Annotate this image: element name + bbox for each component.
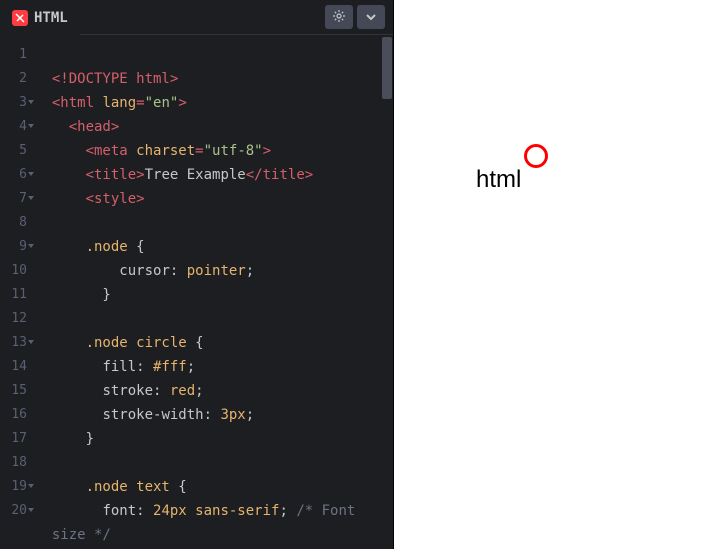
code-line[interactable]: fill: #fff; (35, 355, 393, 379)
code-line[interactable]: .node text { (35, 475, 393, 499)
code-line[interactable] (35, 211, 393, 235)
code-line[interactable]: <meta charset="utf-8"> (35, 139, 393, 163)
line-number: 11 (0, 283, 35, 307)
line-number: 14 (0, 355, 35, 379)
line-number: 13 (0, 331, 35, 355)
tree-node-circle[interactable] (524, 144, 548, 168)
code-line[interactable] (35, 43, 393, 67)
tab-html[interactable]: HTML (0, 0, 80, 35)
code-line[interactable]: stroke-width: 3px; (35, 403, 393, 427)
collapse-button[interactable] (357, 5, 385, 29)
line-number: 8 (0, 211, 35, 235)
line-number: 7 (0, 187, 35, 211)
line-number: 3 (0, 91, 35, 115)
code-line[interactable]: cursor: pointer; (35, 259, 393, 283)
code-content[interactable]: <!DOCTYPE html> <html lang="en"> <head> … (35, 35, 393, 549)
line-number: 19 (0, 475, 35, 499)
code-line[interactable]: .node { (35, 235, 393, 259)
code-line[interactable]: <!DOCTYPE html> (35, 67, 393, 91)
line-number: 17 (0, 427, 35, 451)
line-number: 1 (0, 43, 35, 67)
code-line[interactable]: size */ (35, 523, 393, 547)
gear-icon (332, 8, 346, 27)
scroll-thumb[interactable] (382, 37, 392, 99)
code-line[interactable]: .node circle { (35, 331, 393, 355)
code-area[interactable]: 123456789101112131415161718192021 <!DOCT… (0, 35, 393, 549)
settings-button[interactable] (325, 5, 353, 29)
line-number (0, 523, 35, 547)
tree-node-label: html (476, 166, 521, 194)
code-line[interactable]: } (35, 427, 393, 451)
preview-pane: html (393, 0, 703, 549)
editor-header: HTML (0, 0, 393, 35)
line-number: 9 (0, 235, 35, 259)
html-logo-icon (12, 10, 28, 26)
code-line[interactable] (35, 307, 393, 331)
line-number: 6 (0, 163, 35, 187)
editor-pane: HTML 123456789101112131415161718192021 <… (0, 0, 393, 549)
code-line[interactable]: <html lang="en"> (35, 91, 393, 115)
line-number: 10 (0, 259, 35, 283)
code-line[interactable]: font: 24px sans-serif; /* Font (35, 499, 393, 523)
line-number: 15 (0, 379, 35, 403)
line-number: 12 (0, 307, 35, 331)
code-line[interactable]: <title>Tree Example</title> (35, 163, 393, 187)
code-line[interactable]: <head> (35, 115, 393, 139)
line-number: 2 (0, 67, 35, 91)
code-line[interactable]: <style> (35, 187, 393, 211)
line-number-gutter: 123456789101112131415161718192021 (0, 35, 35, 549)
chevron-down-icon (365, 8, 377, 27)
line-number: 5 (0, 139, 35, 163)
line-number: 16 (0, 403, 35, 427)
code-line[interactable] (35, 451, 393, 475)
line-number: 20 (0, 499, 35, 523)
line-number: 4 (0, 115, 35, 139)
code-line[interactable]: stroke: red; (35, 379, 393, 403)
tab-label: HTML (34, 10, 68, 26)
code-line[interactable]: } (35, 283, 393, 307)
vertical-scrollbar[interactable] (381, 35, 393, 549)
line-number: 18 (0, 451, 35, 475)
